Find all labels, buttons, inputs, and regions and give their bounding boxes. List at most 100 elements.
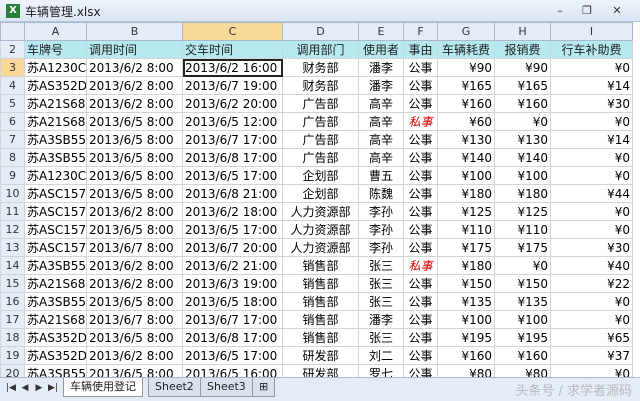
- header-cell-reason[interactable]: 事由: [403, 40, 438, 59]
- row-number[interactable]: 3: [0, 58, 25, 77]
- row-number[interactable]: 16: [0, 292, 25, 311]
- header-cell-allowance[interactable]: 行车补助费: [550, 40, 633, 59]
- cell-i[interactable]: ¥30: [550, 238, 633, 257]
- cell-g[interactable]: ¥125: [437, 202, 495, 221]
- cell-h[interactable]: ¥160: [494, 346, 551, 365]
- cell-e[interactable]: 李孙: [358, 220, 404, 239]
- cell-b[interactable]: 2013/6/5 8:00: [86, 130, 183, 149]
- cell-b[interactable]: 2013/6/5 8:00: [86, 112, 183, 131]
- cell-e[interactable]: 李孙: [358, 202, 404, 221]
- cell-h[interactable]: ¥195: [494, 328, 551, 347]
- row-number[interactable]: 18: [0, 328, 25, 347]
- cell-c[interactable]: 2013/6/2 18:00: [182, 202, 283, 221]
- cell-c[interactable]: 2013/6/5 17:00: [182, 166, 283, 185]
- cell-g[interactable]: ¥90: [437, 58, 495, 77]
- select-all-corner[interactable]: [0, 22, 25, 41]
- cell-h[interactable]: ¥130: [494, 130, 551, 149]
- cell-c[interactable]: 2013/6/2 21:00: [182, 256, 283, 275]
- cell-a[interactable]: 苏A21S68: [24, 274, 87, 293]
- cell-e[interactable]: 张三: [358, 256, 404, 275]
- cell-c[interactable]: 2013/6/7 17:00: [182, 310, 283, 329]
- header-cell-department[interactable]: 调用部门: [282, 40, 359, 59]
- cell-e[interactable]: 张三: [358, 292, 404, 311]
- cell-b[interactable]: 2013/6/2 8:00: [86, 94, 183, 113]
- prev-sheet-icon[interactable]: ◀: [20, 383, 30, 393]
- cell-d[interactable]: 企划部: [282, 184, 359, 203]
- cell-b[interactable]: 2013/6/5 8:00: [86, 220, 183, 239]
- cell-i[interactable]: ¥37: [550, 346, 633, 365]
- row-number[interactable]: 7: [0, 130, 25, 149]
- cell-i[interactable]: ¥40: [550, 256, 633, 275]
- cell-a[interactable]: 苏ASC157: [24, 202, 87, 221]
- cell-e[interactable]: 张三: [358, 274, 404, 293]
- cell-d[interactable]: 研发部: [282, 346, 359, 365]
- cell-c[interactable]: 2013/6/2 16:00: [182, 58, 283, 77]
- cell-b[interactable]: 2013/6/2 8:00: [86, 58, 183, 77]
- header-cell-checkout[interactable]: 调用时间: [86, 40, 183, 59]
- row-number[interactable]: 15: [0, 274, 25, 293]
- cell-g[interactable]: ¥195: [437, 328, 495, 347]
- cell-a[interactable]: 苏A3SB55: [24, 364, 87, 377]
- cell-e[interactable]: 李孙: [358, 238, 404, 257]
- row-number[interactable]: 6: [0, 112, 25, 131]
- insert-sheet-icon[interactable]: ⊞: [252, 378, 276, 397]
- cell-g[interactable]: ¥130: [437, 130, 495, 149]
- cell-d[interactable]: 销售部: [282, 328, 359, 347]
- cell-a[interactable]: 苏A3SB55: [24, 292, 87, 311]
- cell-h[interactable]: ¥160: [494, 94, 551, 113]
- cell-f[interactable]: 公事: [403, 202, 438, 221]
- first-sheet-icon[interactable]: |◀: [6, 383, 16, 393]
- cell-a[interactable]: 苏A3SB55: [24, 130, 87, 149]
- cell-i[interactable]: ¥0: [550, 310, 633, 329]
- next-sheet-icon[interactable]: ▶: [34, 383, 44, 393]
- column-header-a[interactable]: A: [24, 22, 87, 41]
- cell-h[interactable]: ¥180: [494, 184, 551, 203]
- cell-f[interactable]: 公事: [403, 148, 438, 167]
- cell-h[interactable]: ¥150: [494, 274, 551, 293]
- cell-b[interactable]: 2013/6/7 8:00: [86, 310, 183, 329]
- cell-h[interactable]: ¥100: [494, 310, 551, 329]
- cell-g[interactable]: ¥165: [437, 76, 495, 95]
- minimize-button[interactable]: –: [547, 3, 573, 19]
- cell-h[interactable]: ¥140: [494, 148, 551, 167]
- spreadsheet-grid[interactable]: A B C D E F G H I 2 车牌号 调用时间 交车时间 调用部门 使…: [0, 22, 640, 377]
- cell-g[interactable]: ¥160: [437, 346, 495, 365]
- cell-d[interactable]: 销售部: [282, 274, 359, 293]
- cell-a[interactable]: 苏A3SB55: [24, 148, 87, 167]
- header-cell-reimbursement[interactable]: 报销费: [494, 40, 551, 59]
- cell-h[interactable]: ¥165: [494, 76, 551, 95]
- cell-i[interactable]: ¥0: [550, 220, 633, 239]
- header-cell-plate[interactable]: 车牌号: [24, 40, 87, 59]
- cell-g[interactable]: ¥60: [437, 112, 495, 131]
- cell-d[interactable]: 研发部: [282, 364, 359, 377]
- cell-i[interactable]: ¥0: [550, 364, 633, 377]
- close-button[interactable]: ✕: [604, 3, 630, 19]
- cell-d[interactable]: 销售部: [282, 292, 359, 311]
- cell-e[interactable]: 高辛: [358, 94, 404, 113]
- cell-d[interactable]: 财务部: [282, 58, 359, 77]
- cell-d[interactable]: 广告部: [282, 112, 359, 131]
- cell-i[interactable]: ¥0: [550, 292, 633, 311]
- cell-i[interactable]: ¥14: [550, 76, 633, 95]
- last-sheet-icon[interactable]: ▶|: [48, 383, 58, 393]
- cell-b[interactable]: 2013/6/2 8:00: [86, 256, 183, 275]
- cell-c[interactable]: 2013/6/5 16:00: [182, 364, 283, 377]
- cell-a[interactable]: 苏AS352D: [24, 346, 87, 365]
- cell-b[interactable]: 2013/6/7 8:00: [86, 238, 183, 257]
- column-header-h[interactable]: H: [494, 22, 551, 41]
- column-header-c[interactable]: C: [182, 22, 283, 41]
- cell-g[interactable]: ¥80: [437, 364, 495, 377]
- row-number[interactable]: 5: [0, 94, 25, 113]
- cell-b[interactable]: 2013/6/5 8:00: [86, 292, 183, 311]
- cell-c[interactable]: 2013/6/5 17:00: [182, 346, 283, 365]
- cell-c[interactable]: 2013/6/5 17:00: [182, 220, 283, 239]
- row-number[interactable]: 19: [0, 346, 25, 365]
- cell-d[interactable]: 财务部: [282, 76, 359, 95]
- cell-a[interactable]: 苏AS352D: [24, 328, 87, 347]
- row-number[interactable]: 17: [0, 310, 25, 329]
- cell-b[interactable]: 2013/6/5 8:00: [86, 166, 183, 185]
- cell-i[interactable]: ¥0: [550, 148, 633, 167]
- cell-d[interactable]: 人力资源部: [282, 220, 359, 239]
- cell-i[interactable]: ¥0: [550, 112, 633, 131]
- cell-f[interactable]: 公事: [403, 184, 438, 203]
